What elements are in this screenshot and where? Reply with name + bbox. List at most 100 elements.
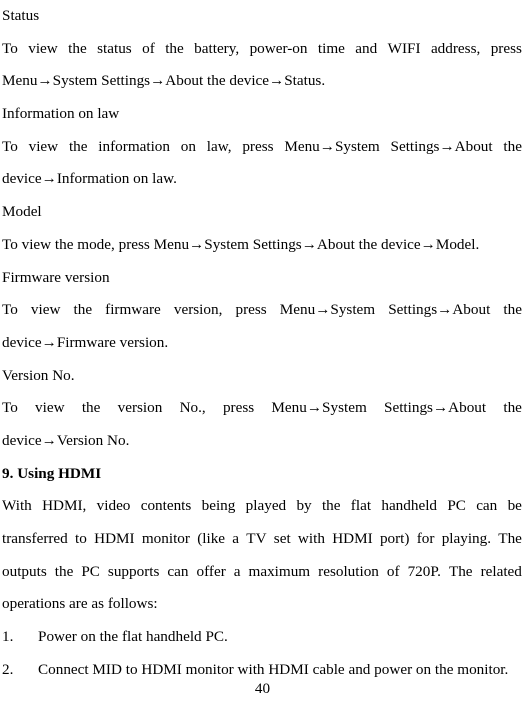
text-word: press: [242, 137, 274, 155]
text-word: HDMI: [94, 530, 135, 547]
paragraph: To view the status of the battery, power-on time…: [2, 33, 522, 66]
text-word: view: [28, 137, 59, 155]
document-text-body: Status To view the status of the battery, power-…: [2, 0, 522, 686]
text-word: WIFI: [387, 39, 421, 57]
text-word: on: [180, 137, 196, 155]
text-word: view: [28, 39, 58, 57]
text-word: flat: [350, 497, 372, 515]
paragraph: To view the information on law, press Menu→Syst…: [2, 131, 522, 164]
text-word: With: [2, 497, 32, 515]
text-word: related: [480, 562, 522, 580]
list-item: 1. Power on the flat handheld PC.: [2, 621, 522, 654]
text-word: Settings→About: [390, 137, 493, 155]
text-word: battery,: [194, 39, 240, 57]
list-item-text: Connect MID to HDMI monitor with HDMI ca…: [38, 660, 509, 678]
text-word: press: [490, 39, 522, 57]
text-word: can: [167, 562, 189, 580]
text-word: 720P.: [407, 562, 441, 580]
text-word: video: [96, 497, 131, 515]
paragraph: transferred to HDMI monitor (like a TV set with H…: [2, 523, 522, 556]
text-word: time: [317, 39, 345, 57]
text-word: with: [297, 530, 325, 547]
text-word: handheld: [381, 497, 438, 515]
text-word: TV: [246, 530, 267, 547]
text-word: the: [68, 39, 87, 57]
text-word: the: [81, 399, 101, 417]
text-word: Settings→About: [388, 301, 491, 319]
text-word: the: [503, 137, 522, 155]
text-word: transferred: [2, 530, 68, 547]
text-word: The: [448, 562, 473, 580]
paragraph: To view the firmware version, press Menu→Syste…: [2, 294, 522, 327]
text-word: by: [296, 497, 312, 515]
text-word: The: [498, 530, 522, 547]
text-word: of: [386, 562, 400, 580]
text-word: view: [30, 301, 61, 319]
text-word: information: [98, 137, 170, 155]
text-word: address,: [430, 39, 481, 57]
text-word: the: [165, 39, 184, 57]
paragraph: operations are as follows:: [2, 595, 158, 613]
text-word: To: [2, 137, 18, 155]
text-word: played: [245, 497, 287, 515]
text-word: resolution: [318, 562, 379, 580]
text-word: the: [73, 301, 93, 319]
paragraph: To view the version No., press Menu→System Sett…: [2, 392, 522, 425]
text-word: the: [54, 562, 74, 580]
section-heading: Model: [2, 203, 42, 221]
text-word: HDMI,: [42, 497, 87, 515]
text-word: Menu→System: [271, 399, 367, 417]
text-word: PC: [447, 497, 466, 515]
text-word: port): [379, 530, 410, 547]
text-word: Settings→About: [384, 399, 487, 417]
text-word: press: [222, 399, 255, 417]
list-item-text: Power on the flat handheld PC.: [38, 628, 228, 646]
text-word: offer: [196, 562, 226, 580]
text-word: be: [507, 497, 522, 515]
paragraph: To view the mode, press Menu→System Sett…: [2, 235, 480, 253]
text-word: being: [201, 497, 236, 515]
text-word: playing.: [441, 530, 492, 547]
text-word: version: [117, 399, 163, 417]
section-heading: Information on law: [2, 105, 120, 123]
text-word: To: [2, 301, 18, 319]
section-heading: Status: [2, 7, 40, 24]
text-word: outputs: [2, 562, 47, 580]
text-word: monitor: [141, 530, 190, 547]
section-heading: Version No.: [2, 366, 75, 384]
paragraph: device→Version No.: [2, 431, 130, 449]
text-word: for: [416, 530, 435, 547]
text-word: status: [97, 39, 132, 57]
paragraph: With HDMI, video contents being played by the fl…: [2, 490, 522, 523]
text-word: a: [233, 562, 241, 580]
paragraph: device→Information on law.: [2, 170, 177, 188]
text-word: PC: [81, 562, 100, 580]
text-word: power-on: [249, 39, 308, 57]
text-word: version,: [173, 301, 223, 319]
text-word: HDMI: [332, 530, 373, 547]
text-word: maximum: [248, 562, 311, 580]
section-heading: Firmware version: [2, 268, 110, 286]
paragraph: outputs the PC supports can offer a maximum reso…: [2, 556, 522, 589]
section-heading-bold: 9. Using HDMI: [2, 464, 102, 482]
text-word: the: [68, 137, 88, 155]
text-word: and: [355, 39, 378, 57]
text-word: of: [142, 39, 155, 57]
document-page: Status To view the status of the battery, power-…: [0, 0, 525, 711]
text-word: set: [273, 530, 291, 547]
text-word: the: [503, 399, 522, 417]
text-word: No.,: [179, 399, 206, 417]
paragraph: device→Firmware version.: [2, 333, 169, 351]
text-word: to: [75, 530, 87, 547]
text-word: press: [235, 301, 267, 319]
text-word: (like: [197, 530, 226, 547]
text-word: can: [476, 497, 498, 515]
page-number: 40: [254, 680, 271, 697]
text-word: supports: [107, 562, 160, 580]
text-word: view: [35, 399, 65, 417]
list-item-number: 1.: [2, 628, 14, 646]
text-word: the: [321, 497, 341, 515]
text-word: Menu→System: [284, 137, 380, 155]
text-word: contents: [140, 497, 192, 515]
paragraph: Menu→System Settings→About the device→St…: [2, 72, 326, 90]
